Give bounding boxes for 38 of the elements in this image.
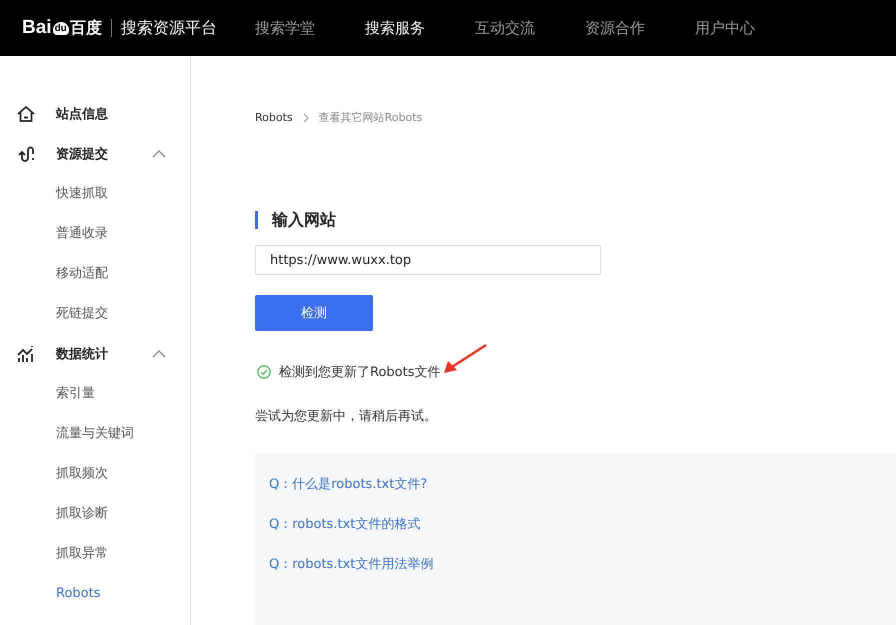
platform-title: 搜索资源平台: [120, 18, 217, 38]
check-button[interactable]: 检测: [255, 295, 373, 331]
section-title: 输入网站: [255, 211, 896, 229]
sidebar-item[interactable]: 快速抓取: [0, 174, 190, 214]
breadcrumb-link[interactable]: 查看其它网站Robots: [318, 110, 422, 125]
faq-link[interactable]: Q：robots.txt文件的格式: [269, 515, 420, 533]
result-message: 检测到您更新了Robots文件: [279, 364, 440, 381]
hook-icon: [16, 144, 36, 164]
nav-link[interactable]: 用户中心: [694, 18, 755, 38]
home-icon: [16, 104, 36, 124]
sidebar-item[interactable]: Robots: [0, 574, 190, 614]
logo[interactable]: Bai du 百度: [22, 17, 102, 39]
chart-icon: [16, 344, 36, 364]
sidebar-group[interactable]: 站点信息: [0, 94, 190, 134]
chevron-right-icon: [302, 112, 309, 122]
nav-link[interactable]: 资源合作: [584, 18, 645, 38]
chevron-icon[interactable]: [152, 150, 166, 158]
url-field[interactable]: https://www.wuxx.top: [255, 245, 601, 275]
annotation-arrow: [442, 343, 488, 375]
chevron-icon[interactable]: [152, 350, 166, 358]
sidebar-item[interactable]: 索引量: [0, 374, 190, 414]
sidebar-item[interactable]: 移动适配: [0, 254, 190, 294]
nav-link[interactable]: 搜索学堂: [254, 18, 315, 38]
check-circle-icon: [257, 365, 271, 379]
sidebar-group[interactable]: 资源提交: [0, 134, 190, 174]
sidebar-group[interactable]: 数据统计: [0, 334, 190, 374]
faq-link[interactable]: Q：robots.txt文件用法举例: [269, 555, 434, 573]
sidebar-item[interactable]: 普通收录: [0, 214, 190, 254]
sidebar-item[interactable]: 死链提交: [0, 294, 190, 334]
note-text: 尝试为您更新中，请稍后再试。: [255, 408, 438, 425]
sidebar-item[interactable]: 流量与关键词: [0, 414, 190, 454]
nav-link[interactable]: 搜索服务: [364, 18, 425, 38]
sidebar-item[interactable]: 抓取诊断: [0, 494, 190, 534]
sidebar-item[interactable]: 抓取频次: [0, 454, 190, 494]
faq-link[interactable]: Q：什么是robots.txt文件?: [269, 475, 428, 493]
breadcrumb-link[interactable]: Robots: [255, 111, 293, 124]
sidebar-item[interactable]: 抓取异常: [0, 534, 190, 574]
nav-link[interactable]: 互动交流: [474, 18, 535, 38]
